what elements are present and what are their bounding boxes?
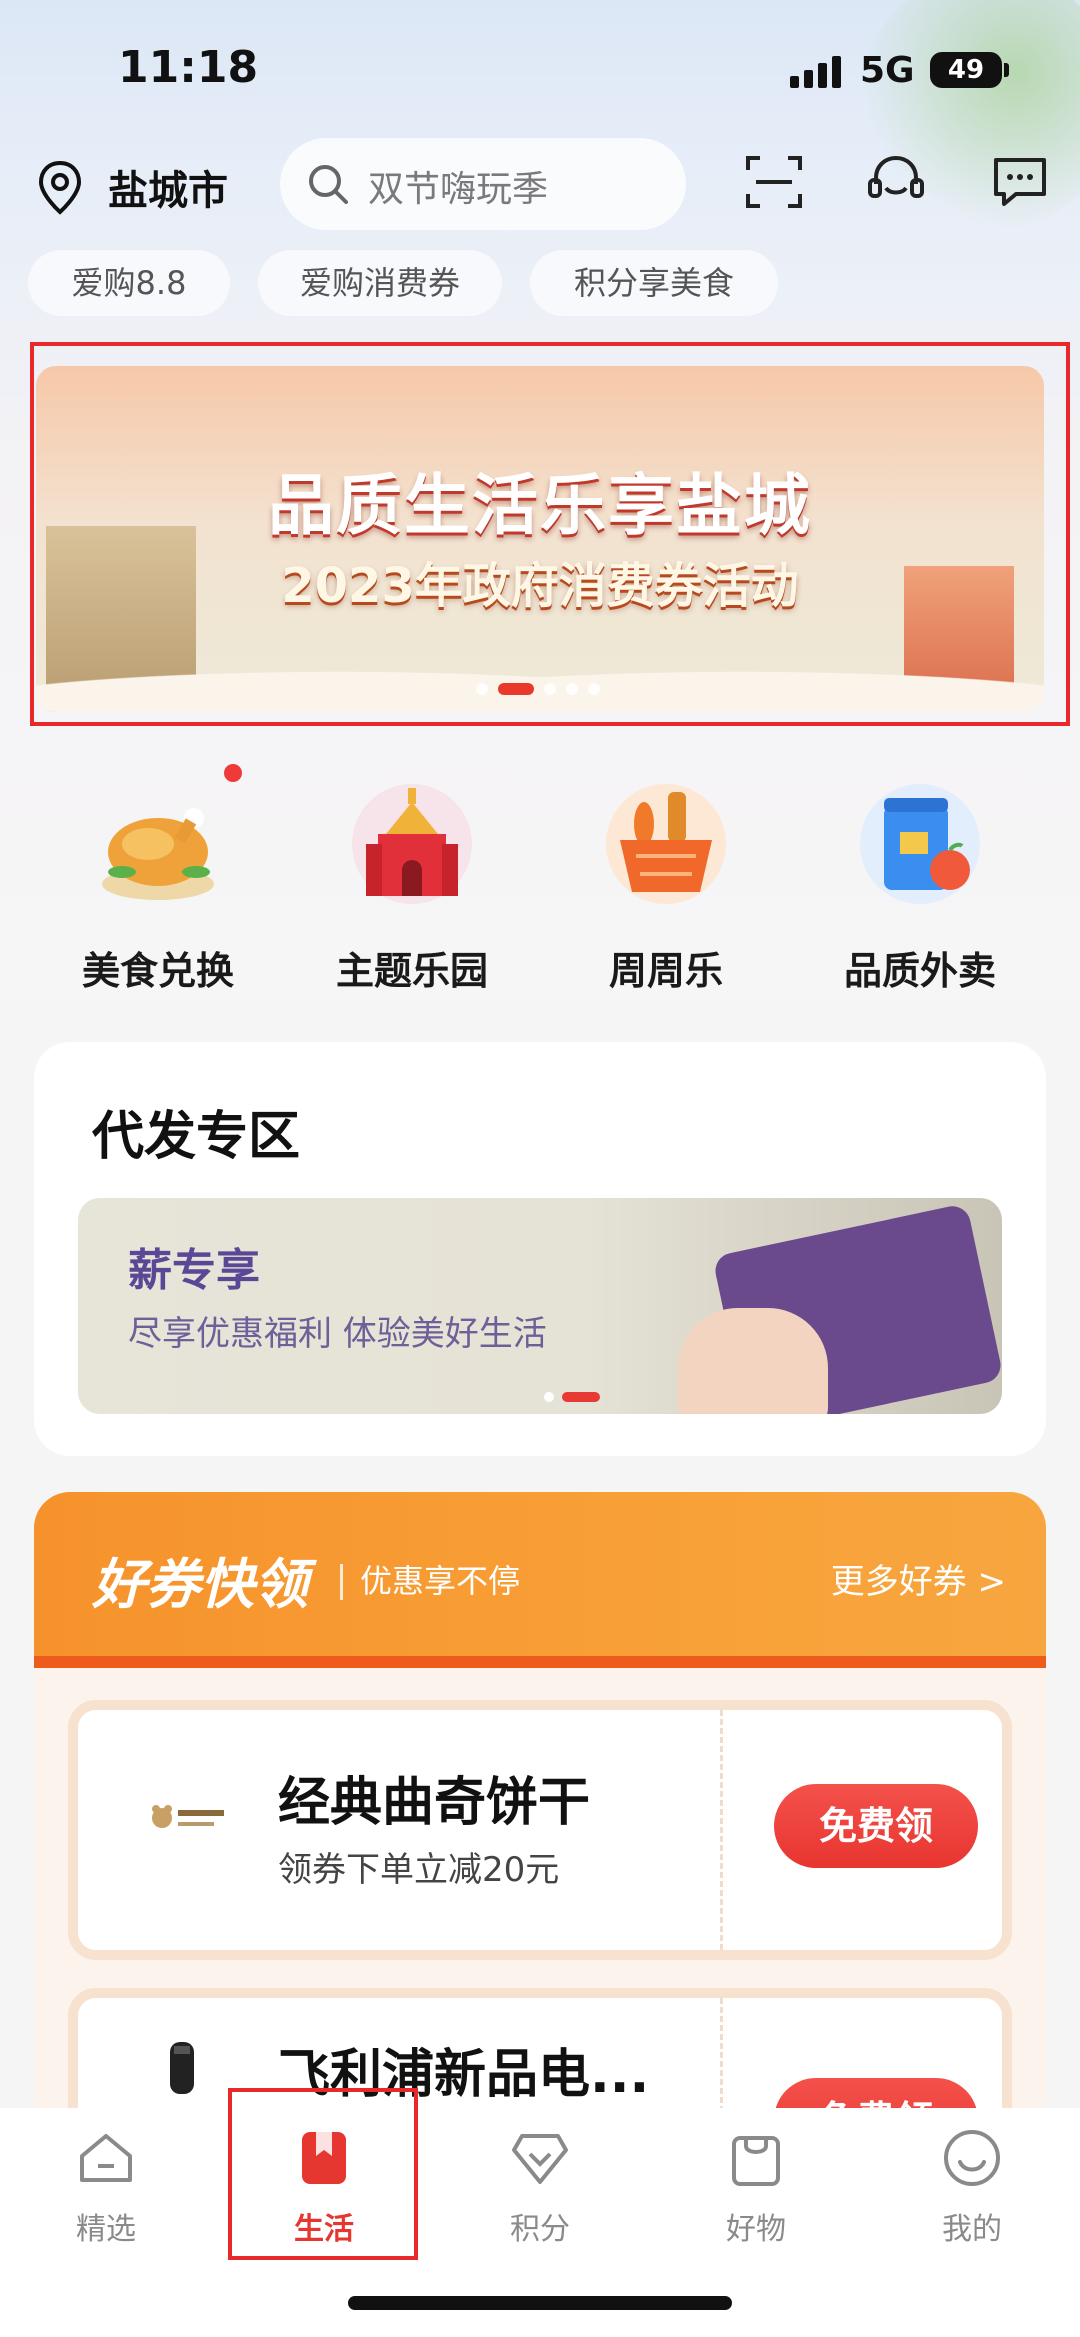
tab-featured[interactable]: 精选 (36, 2126, 176, 2248)
entry-label: 美食兑换 (81, 949, 234, 993)
search-icon (309, 165, 348, 204)
claim-free-button[interactable]: 免费领 (774, 1784, 978, 1868)
tab-label: 我的 (942, 2212, 1002, 2247)
chip-aigou-88[interactable]: 爱购8.8 (28, 250, 230, 316)
more-coupons-link[interactable]: 更多好券 > (831, 1554, 1006, 1603)
city-selector[interactable]: 盐城市 (108, 158, 228, 216)
message-icon[interactable] (988, 150, 1052, 214)
promo-dot-active (562, 1391, 600, 1402)
signal-icon (790, 56, 844, 88)
smiley-face-icon (944, 2130, 1000, 2186)
highlight-frame-tab (228, 2088, 418, 2260)
delivery-bag-icon (860, 784, 980, 904)
bear-cookie-logo (152, 1805, 224, 1828)
section-title: 代发专区 (92, 1107, 301, 1167)
header-stripe (34, 1656, 1046, 1668)
scan-icon[interactable] (742, 150, 806, 214)
coupon-card[interactable]: 经典曲奇饼干 领券下单立减20元 免费领 (68, 1700, 1012, 1960)
shaver-logo (170, 2042, 194, 2094)
status-time: 11:18 (118, 42, 259, 93)
network-label: 5G (860, 50, 915, 91)
payroll-promo-banner[interactable]: 薪专享 尽享优惠福利 体验美好生活 (78, 1198, 1002, 1414)
search-placeholder: 双节嗨玩季 (368, 169, 549, 210)
hand-illustration (678, 1308, 828, 1414)
roast-chicken-icon (102, 808, 214, 900)
location-pin-icon[interactable] (36, 160, 84, 216)
tab-points[interactable]: 积分 (470, 2126, 610, 2248)
coupon-tagline: 优惠享不停 (360, 1562, 521, 1600)
grocery-basket-icon (606, 784, 726, 904)
highlight-frame-banner (30, 342, 1070, 726)
entry-theme-park[interactable]: 主题乐园 (312, 774, 512, 995)
status-bar: 11:18 5G 49 (0, 0, 1080, 140)
chip-points-food[interactable]: 积分享美食 (530, 250, 778, 316)
coupon-title: 经典曲奇饼干 (278, 1773, 591, 1833)
promo-dot (544, 1391, 554, 1402)
entry-label: 品质外卖 (843, 949, 996, 993)
ticket-separator (720, 1710, 723, 1950)
customer-service-icon[interactable] (864, 150, 928, 214)
tab-goods[interactable]: 好物 (686, 2126, 826, 2248)
tab-label: 精选 (76, 2212, 136, 2247)
promo-subtitle: 尽享优惠福利 体验美好生活 (128, 1314, 547, 1354)
battery-tip (1004, 63, 1009, 77)
home-indicator[interactable] (348, 2296, 732, 2310)
chip-aigou-coupon[interactable]: 爱购消费券 (258, 250, 502, 316)
tab-label: 好物 (726, 2212, 786, 2247)
tab-mine[interactable]: 我的 (902, 2126, 1042, 2248)
promo-title: 薪专享 (128, 1245, 260, 1296)
diamond-icon (512, 2134, 568, 2184)
battery-icon: 49 (930, 52, 1002, 88)
entry-food-exchange[interactable]: 美食兑换 (58, 774, 258, 995)
coupon-brand-title: 好券快领 (92, 1553, 308, 1616)
divider (340, 1564, 343, 1600)
entry-label: 主题乐园 (335, 949, 488, 993)
payroll-zone-card: 代发专区 薪专享 尽享优惠福利 体验美好生活 (34, 1042, 1046, 1456)
coupon-header: 好券快领 优惠享不停 更多好券 > (34, 1492, 1046, 1668)
notification-badge (224, 764, 242, 782)
coupon-subtitle: 领券下单立减20元 (278, 1850, 560, 1890)
tab-label: 积分 (510, 2212, 570, 2247)
entry-label: 周周乐 (608, 949, 723, 993)
castle-icon (352, 784, 472, 904)
search-bar[interactable]: 双节嗨玩季 (280, 138, 686, 230)
promo-pagination (544, 1386, 608, 1405)
entry-quality-takeout[interactable]: 品质外卖 (820, 774, 1020, 995)
entry-weekly-fun[interactable]: 周周乐 (566, 774, 766, 995)
shopping-bag-icon (732, 2136, 780, 2186)
home-icon (80, 2134, 132, 2182)
